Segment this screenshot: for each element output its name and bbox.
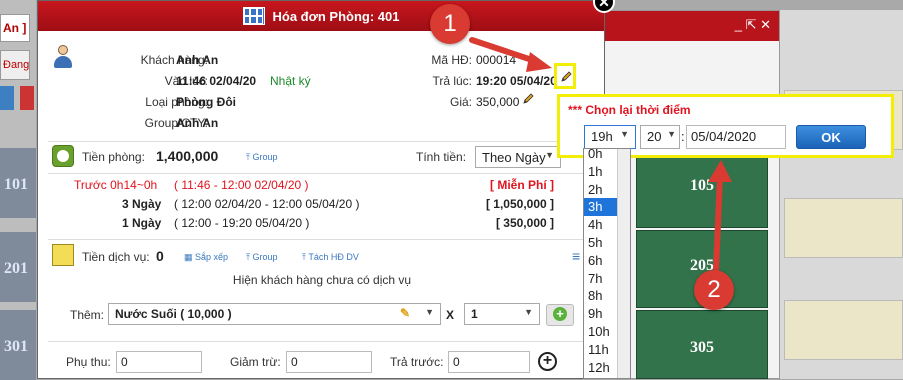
annotation-arrows xyxy=(469,37,732,273)
arrow-1-head xyxy=(526,52,552,72)
step-badge-2: 2 xyxy=(694,270,734,310)
arrow-2-head xyxy=(708,160,732,182)
arrow-2 xyxy=(713,173,723,273)
step-badge-1: 1 xyxy=(430,4,470,44)
arrow-1 xyxy=(469,37,541,65)
